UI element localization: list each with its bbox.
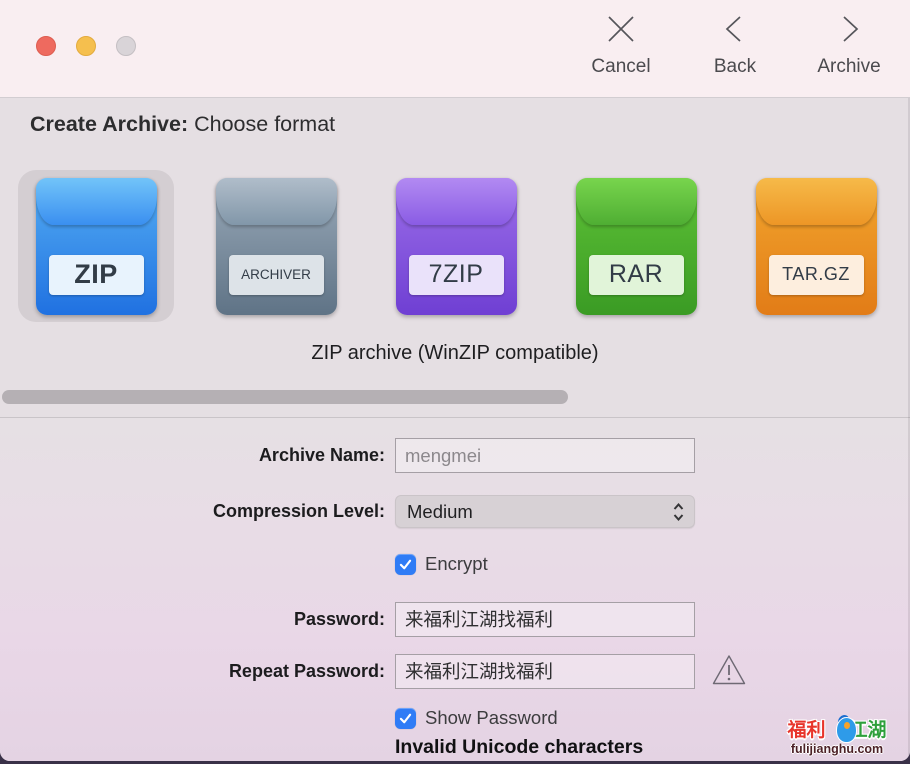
chevron-left-icon [714,10,756,52]
format-label: 7ZIP [409,255,504,295]
horizontal-scrollbar[interactable] [2,390,568,404]
compression-level-row: Compression Level: Medium [0,495,910,528]
repeat-password-input[interactable] [395,654,695,689]
format-option-rar[interactable]: RAR [558,170,714,322]
archive-name-input[interactable] [395,438,695,473]
page-title: Create Archive: Choose format [30,112,335,137]
format-option-targz[interactable]: TAR.GZ [738,170,894,322]
back-label: Back [714,56,756,78]
page-title-bold: Create Archive: [30,112,188,136]
cancel-button[interactable]: Cancel [578,10,664,78]
chevron-up-down-icon [671,501,686,523]
chevron-right-icon [828,10,870,52]
zoom-window-button [116,36,136,56]
encrypt-label: Encrypt [425,553,488,575]
password-label: Password: [0,609,385,630]
invalid-unicode-warning: Invalid Unicode characters [395,736,643,759]
format-description: ZIP archive (WinZIP compatible) [0,342,910,365]
mouse-dot [844,722,850,729]
format-option-7zip[interactable]: 7ZIP [378,170,534,322]
format-label: ARCHIVER [229,255,324,295]
sevenzip-archive-icon: 7ZIP [396,178,517,315]
repeat-password-label: Repeat Password: [0,661,385,682]
format-option-zip[interactable]: ZIP [18,170,174,322]
archiver-archive-icon: ARCHIVER [216,178,337,315]
format-label: TAR.GZ [769,255,864,295]
mouse-icon [828,716,847,742]
toolbar: Cancel Back Archive [0,0,910,98]
archive-button[interactable]: Archive [806,10,892,78]
envelope-flap [396,178,517,225]
watermark-cn-left: 福利 [787,715,825,742]
compression-level-label: Compression Level: [0,501,385,522]
password-input[interactable] [395,602,695,637]
show-password-label: Show Password [425,707,558,729]
targz-archive-icon: TAR.GZ [756,178,877,315]
zip-archive-icon: ZIP [36,178,157,315]
checkmark-icon [398,557,413,572]
archive-label: Archive [817,56,880,78]
show-password-checkbox[interactable] [395,708,416,729]
rar-archive-icon: RAR [576,178,697,315]
format-list: ZIP ARCHIVER 7ZIP RAR TAR.GZ [0,170,910,322]
encrypt-row: Encrypt [0,553,910,575]
envelope-flap [216,178,337,225]
format-label: RAR [589,255,684,295]
x-icon [600,10,642,52]
page-title-rest: Choose format [188,112,335,136]
back-button[interactable]: Back [692,10,778,78]
encrypt-checkbox[interactable] [395,554,416,575]
archive-name-label: Archive Name: [0,445,385,466]
compression-level-value: Medium [407,501,473,523]
close-window-button[interactable] [36,36,56,56]
toolbar-buttons: Cancel Back Archive [578,10,892,78]
compression-level-select[interactable]: Medium [395,495,695,528]
repeat-password-row: Repeat Password: [0,653,910,689]
envelope-flap [36,178,157,225]
cancel-label: Cancel [591,56,650,78]
alert-triangle-icon [711,653,747,687]
password-row: Password: [0,601,910,637]
archive-name-row: Archive Name: [0,438,910,473]
password-warning [711,653,747,692]
traffic-lights [36,36,136,56]
format-option-archiver[interactable]: ARCHIVER [198,170,354,322]
mouse-body [837,718,856,742]
site-watermark: 福利 江湖 fulijianghu.com [774,715,900,756]
checkmark-icon [398,711,413,726]
envelope-flap [756,178,877,225]
minimize-window-button[interactable] [76,36,96,56]
envelope-flap [576,178,697,225]
format-label: ZIP [49,255,144,295]
archive-app-window: Cancel Back Archive Create Archive: Choo… [0,0,910,761]
watermark-logo: 福利 江湖 [774,715,900,742]
watermark-domain: fulijianghu.com [774,742,900,756]
